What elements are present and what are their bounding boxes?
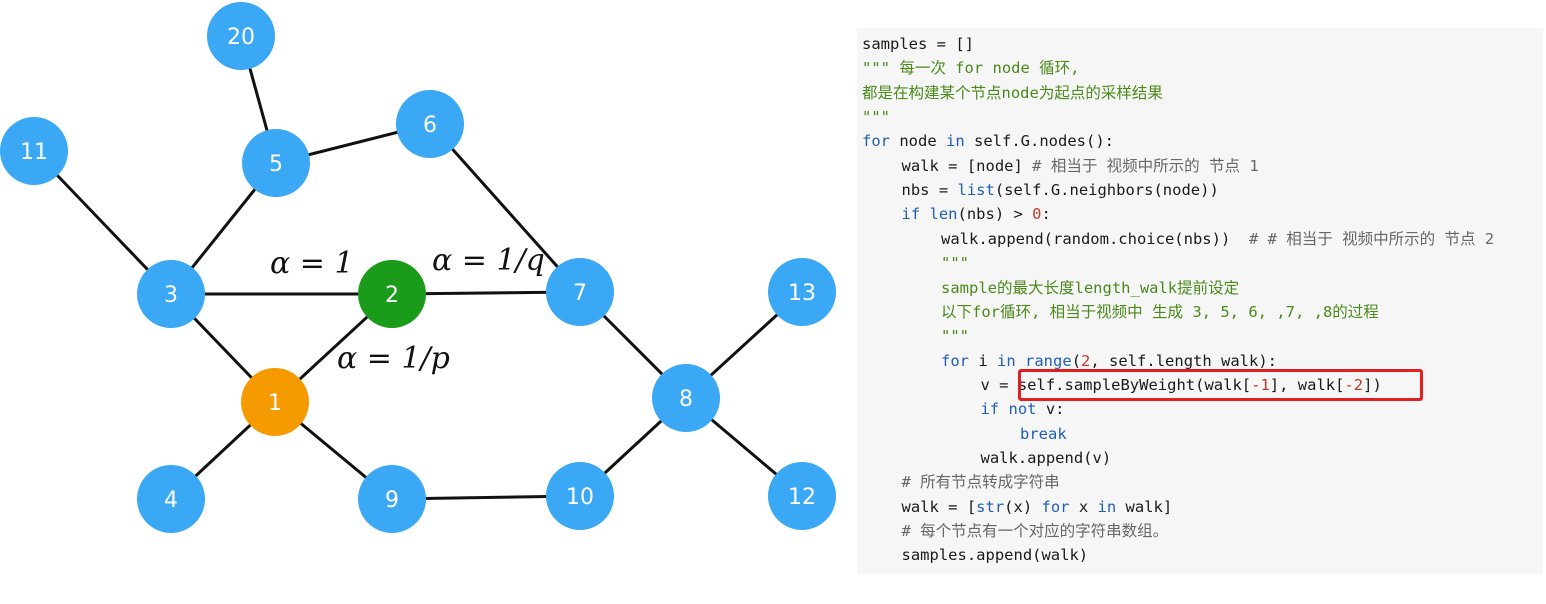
node-label: 11: [20, 140, 48, 165]
code-panel: samples = [] """ 每一次 for node 循环, 都是在构建某个节…: [857, 28, 1543, 574]
node-label: 5: [269, 152, 283, 177]
node-10: 10: [546, 462, 614, 530]
code-line: """: [941, 254, 969, 273]
node-6: 6: [396, 90, 464, 158]
node-label: 3: [164, 283, 178, 308]
node-label: 6: [423, 113, 437, 138]
graph-nodes: 20 11 5 6 3 2 7 13 1 8 4 9 10 12: [0, 2, 836, 533]
code-line: 都是在构建某个节点node为起点的采样结果: [862, 83, 1163, 102]
node-12: 12: [768, 462, 836, 530]
node-4: 4: [137, 465, 205, 533]
node-2: 2: [358, 260, 426, 328]
code-line: # 每个节点有一个对应的字符串数组。: [901, 522, 1169, 540]
edge-label-alpha-1: α = 1: [270, 246, 354, 281]
node-11: 11: [0, 117, 68, 185]
node-label: 10: [566, 485, 594, 510]
code-line: walk.append(v): [980, 448, 1112, 467]
node-5: 5: [242, 129, 310, 197]
code-line: sample的最大长度length_walk提前设定: [941, 278, 1240, 297]
node-label: 12: [788, 485, 816, 510]
edge-label-alpha-p: α = 1/p: [337, 341, 450, 376]
code-line: if len(nbs) > 0:: [901, 205, 1051, 224]
node-label: 20: [227, 25, 255, 50]
node-label: 1: [268, 391, 282, 416]
node-1: 1: [241, 368, 309, 436]
node-8: 8: [652, 364, 720, 432]
code-line: walk = [node] # 相当于 视频中所示的 节点 1: [901, 156, 1259, 175]
node-9: 9: [358, 465, 426, 533]
node-label: 4: [164, 488, 178, 513]
node-label: 13: [788, 281, 816, 306]
node-label: 9: [385, 488, 399, 513]
graph-diagram: α = 1 α = 1/q α = 1/p 20 11 5 6 3 2 7 13 1 8 4 9 10 1…: [0, 2, 836, 533]
code-line: nbs = list(self.G.neighbors(node)): [901, 181, 1219, 200]
node-3: 3: [137, 260, 205, 328]
code-line: samples = []: [862, 35, 974, 53]
code-line: break: [1020, 424, 1067, 443]
node-label: 2: [385, 283, 399, 308]
code-line: samples.append(walk): [901, 546, 1089, 565]
code-line: """ 每一次 for node 循环,: [862, 59, 1080, 78]
code-line: """: [862, 108, 890, 127]
node-7: 7: [546, 258, 614, 326]
node-13: 13: [768, 258, 836, 326]
edge-label-alpha-q: α = 1/q: [432, 243, 545, 278]
node-label: 7: [573, 281, 587, 306]
code-line: 以下for循环, 相当于视频中 生成 3, 5, 6, ,7, ,8的过程: [941, 302, 1379, 321]
code-line: walk = [str(x) for x in walk]: [901, 497, 1173, 516]
node-20: 20: [207, 2, 275, 70]
node-label: 8: [679, 387, 693, 412]
code-highlight-box: [1018, 369, 1423, 401]
code-line: """: [941, 327, 969, 346]
code-line: for node in self.G.nodes():: [862, 132, 1114, 151]
code-line: # 所有节点转成字符串: [901, 473, 1060, 492]
code-line: walk.append(random.choice(nbs)) # # 相当于 …: [941, 229, 1495, 248]
